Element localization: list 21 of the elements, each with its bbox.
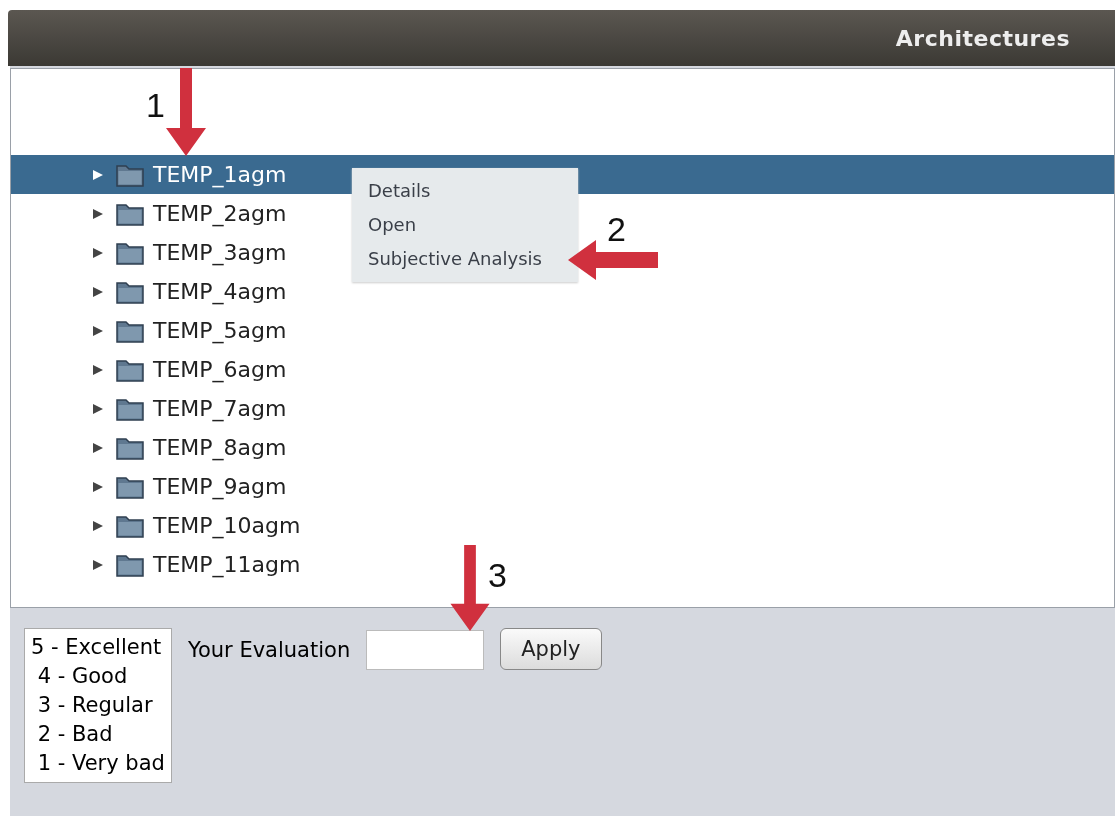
item-label: TEMP_8agm xyxy=(153,435,287,460)
item-label: TEMP_6agm xyxy=(153,357,287,382)
legend-item: 4 - Good xyxy=(36,663,129,690)
callout-number: 1 xyxy=(146,86,165,125)
callout-number: 2 xyxy=(607,210,626,249)
legend-item: 2 - Bad xyxy=(36,721,114,748)
callout-number: 3 xyxy=(488,556,507,595)
legend-item: 5 - Excellent xyxy=(31,634,163,661)
legend-item: 1 - Very bad xyxy=(36,750,165,777)
item-label: TEMP_5agm xyxy=(153,318,287,343)
legend-item: 3 - Regular xyxy=(36,692,154,719)
item-label: TEMP_10agm xyxy=(153,513,301,538)
window-title: Architectures xyxy=(895,25,1070,51)
item-label: TEMP_3agm xyxy=(153,240,287,265)
item-label: TEMP_11agm xyxy=(153,552,301,577)
item-label: TEMP_2agm xyxy=(153,201,287,226)
item-label: TEMP_1agm xyxy=(153,162,287,187)
item-label: TEMP_7agm xyxy=(153,396,287,421)
field-label: Your Evaluation xyxy=(187,637,351,662)
item-label: TEMP_4agm xyxy=(153,279,287,304)
item-label: TEMP_9agm xyxy=(153,474,287,499)
